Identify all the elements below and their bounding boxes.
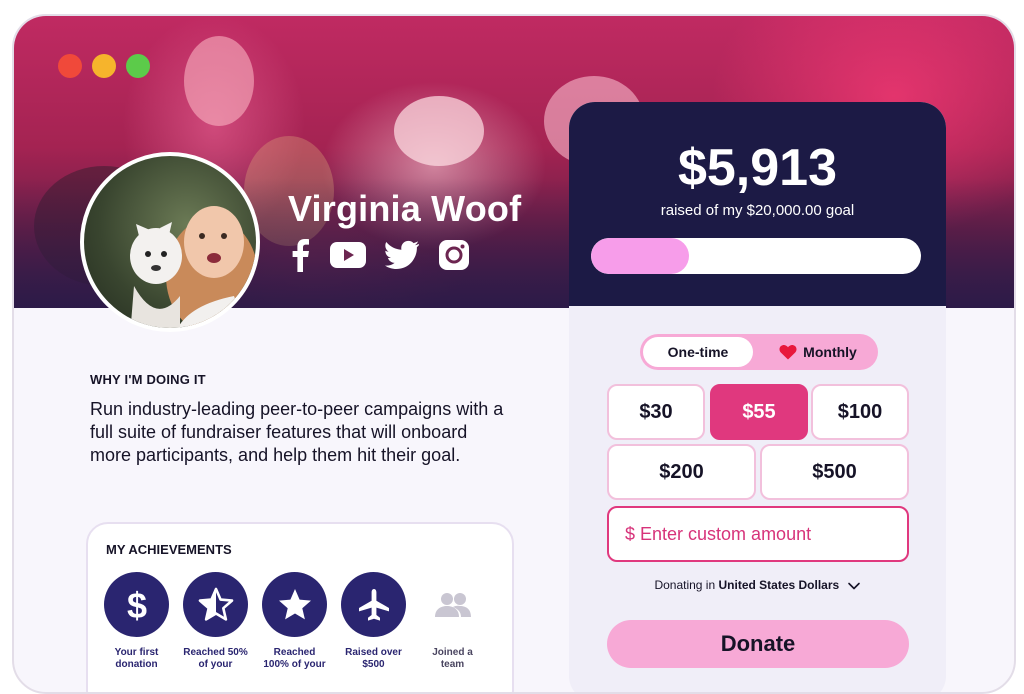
maximize-window-button[interactable] [126,54,150,78]
airplane-icon [341,572,406,637]
fundraiser-name: Virginia Woof [288,188,522,229]
crowd-figure [184,36,254,126]
badge-reached-50: Reached 50% of your [183,572,248,671]
amount-200-button[interactable]: $200 [607,444,756,500]
amount-100-button[interactable]: $100 [811,384,909,440]
amount-30-button[interactable]: $30 [607,384,705,440]
amount-55-button[interactable]: $55 [710,384,808,440]
amount-500-button[interactable]: $500 [760,444,909,500]
currency-name: United States Dollars [718,578,840,592]
chevron-down-icon [847,582,860,590]
svg-text:$: $ [126,585,146,625]
twitter-icon[interactable] [384,240,420,270]
browser-window: Virginia Woof WHY I'M DOING IT Run indus… [12,14,1016,694]
custom-amount-input[interactable]: $ Enter custom amount [607,506,909,562]
monthly-option[interactable]: Monthly [762,337,874,367]
achievements-title: MY ACHIEVEMENTS [106,542,232,557]
achievements-card: MY ACHIEVEMENTS $ Your first donation Re [86,522,514,692]
star-icon [262,572,327,637]
badge-raised-500: Raised over $500 [341,572,406,671]
badge-list: $ Your first donation Reached 50% of you… [104,572,485,671]
currency-selector[interactable]: Donating in United States Dollars [569,578,946,592]
dollar-icon: $ [104,572,169,637]
badge-reached-100: Reached 100% of your [262,572,327,671]
crowd-figure [394,96,484,166]
badge-label: Raised over $500 [345,647,402,670]
one-time-option[interactable]: One-time [643,337,753,367]
raised-amount: $5,913 [677,139,838,197]
monthly-label: Monthly [803,344,857,360]
badge-joined-team: Joined a team [420,572,485,671]
donate-button[interactable]: Donate [607,620,909,668]
frequency-toggle: One-time Monthly [640,334,878,370]
why-text: Run industry-leading peer-to-peer campai… [90,399,504,465]
close-window-button[interactable] [58,54,82,78]
youtube-icon[interactable] [330,242,366,268]
minimize-window-button[interactable] [92,54,116,78]
why-heading: WHY I'M DOING IT [90,372,206,387]
facebook-icon[interactable] [288,238,312,272]
progress-bar [591,238,921,274]
badge-first-donation: $ Your first donation [104,572,169,671]
donation-panel: $5,913 raised of my $20,000.00 goal One-… [569,102,946,692]
progress-fill [591,238,689,274]
instagram-icon[interactable] [438,239,470,271]
custom-amount-placeholder: $ Enter custom amount [625,523,812,544]
one-time-label: One-time [667,344,729,360]
social-links [288,238,470,272]
half-star-icon [183,572,248,637]
badge-label: Reached 100% of your [263,647,326,670]
profile-photo [130,206,256,328]
currency-prefix: Donating in [654,578,716,592]
avatar [80,152,260,332]
badge-label: Your first donation [114,647,159,670]
heart-icon [779,345,797,360]
badge-label: Reached 50% of your [183,647,248,670]
group-icon [420,572,485,637]
badge-label: Joined a team [432,647,473,670]
goal-text: raised of my $20,000.00 goal [660,202,855,219]
donation-summary: $5,913 raised of my $20,000.00 goal [569,102,946,306]
